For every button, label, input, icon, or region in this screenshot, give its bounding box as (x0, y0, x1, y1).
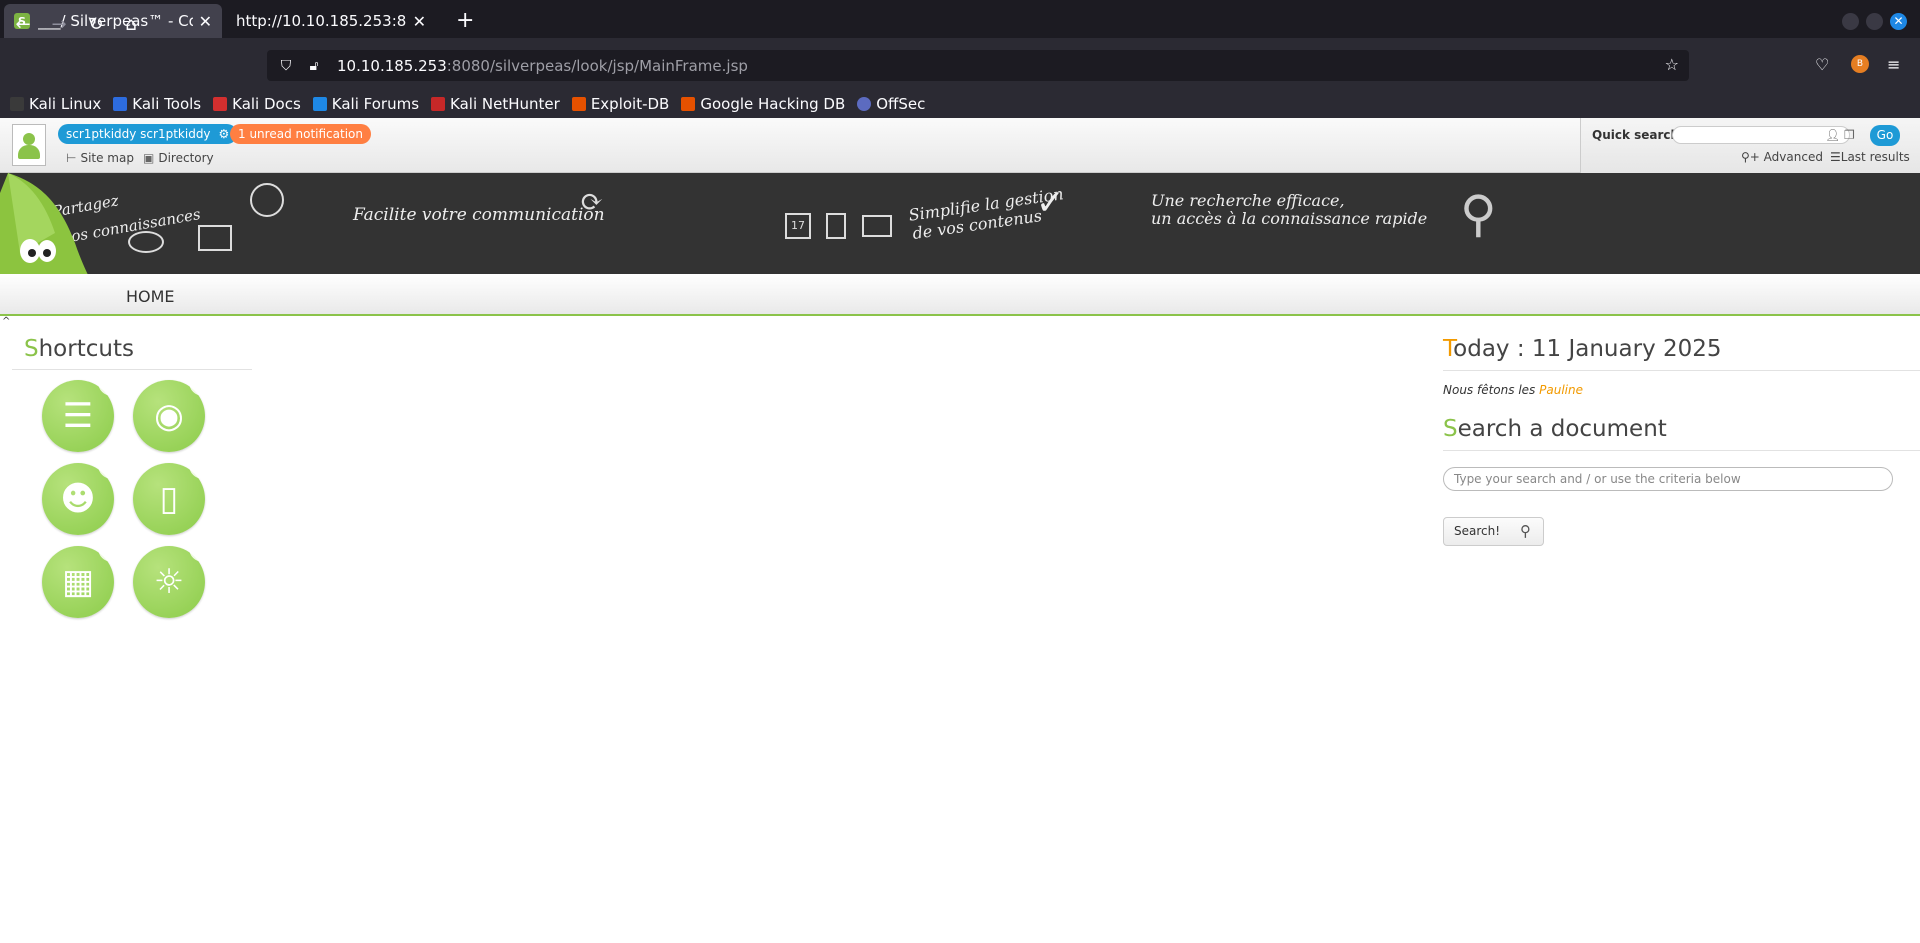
notification-badge[interactable]: 1 unread notification (230, 124, 371, 144)
advanced-search-link[interactable]: ⚲+ Advanced (1741, 150, 1823, 164)
avatar-body (18, 145, 40, 159)
site-map-link[interactable]: ⊢ Site map (66, 151, 134, 165)
close-tab-icon[interactable]: ✕ (413, 12, 426, 31)
tab-silverpeas[interactable]: S ___/ Silverpeas™ - Collabo ✕ (4, 4, 222, 38)
banner-text-search-2: un accès à la connaissance rapide (1151, 209, 1428, 228)
home-icon[interactable]: ⌂ (119, 14, 143, 35)
quick-search-input[interactable] (1672, 126, 1850, 144)
name-day-link[interactable]: Pauline (1539, 383, 1583, 397)
shortcut-tasks[interactable]: ▯ (133, 463, 205, 535)
people-arrows-icon: ⟳ (580, 185, 604, 218)
user-name: scr1ptkiddy scr1ptkiddy (66, 127, 211, 141)
checkmark-icon: ✓ (1036, 183, 1065, 223)
kali-icon (10, 97, 24, 111)
lightbulb-icon (250, 183, 284, 217)
shortcut-media[interactable]: ◉ (133, 380, 205, 452)
bookmarks-bar: Kali Linux Kali Tools Kali Docs Kali For… (0, 90, 1920, 118)
avatar-head (23, 133, 35, 145)
ghdb-icon (681, 97, 696, 111)
picture-icon (862, 215, 892, 237)
bookmark-kali-forums[interactable]: Kali Forums (312, 95, 419, 113)
today-title: Today : 11 January 2025 (1443, 336, 1722, 362)
user-menu-button[interactable]: scr1ptkiddy scr1ptkiddy ⚙ (58, 124, 238, 144)
calendar-icon: 17 (785, 213, 811, 239)
banner: Partagez vos connaissances Facilite votr… (0, 173, 1920, 274)
shortcuts-divider (12, 369, 252, 370)
exploit-db-icon (571, 97, 586, 111)
menu-home[interactable]: HOME (126, 287, 175, 306)
list-icon: ☰ (1830, 150, 1841, 164)
main-menu-bar (0, 274, 1920, 316)
nethunter-icon (431, 97, 446, 111)
kali-tools-icon (113, 97, 128, 111)
bookmark-kali-nethunter[interactable]: Kali NetHunter (431, 95, 560, 113)
close-window-icon[interactable]: ✕ (1890, 13, 1907, 30)
speech-bubble-icon (128, 231, 164, 253)
search-divider (1443, 450, 1920, 451)
reload-icon[interactable]: ↻ (84, 14, 108, 35)
today-divider (1443, 370, 1920, 371)
maximize-icon[interactable] (1866, 13, 1883, 30)
shortcut-calendar[interactable]: ▦ (42, 546, 114, 618)
avatar[interactable] (12, 124, 46, 166)
back-icon[interactable]: ← (11, 14, 35, 35)
name-day-text: Nous fêtons les Pauline (1443, 383, 1583, 397)
minimize-icon[interactable] (1842, 13, 1859, 30)
bookmark-offsec[interactable]: OffSec (857, 95, 925, 113)
lock-icon: 🔓︎ (309, 57, 319, 74)
search-plus-icon: ⚲+ (1741, 150, 1760, 164)
sitemap-icon: ⊢ (66, 151, 77, 165)
directory-icon: ▣ (143, 151, 155, 165)
bookmark-exploit-db[interactable]: Exploit-DB (571, 95, 669, 113)
menu-icon[interactable]: ≡ (1887, 55, 1900, 74)
offsec-icon (857, 97, 872, 111)
search-plus-icon: ⚲ (1520, 522, 1531, 540)
last-results-link[interactable]: ☰Last results (1830, 150, 1910, 164)
scribble-image-icon (198, 225, 232, 251)
search-document-title: Search a document (1443, 416, 1667, 442)
tab-url[interactable]: http://10.10.185.253:8080/sil ✕ (226, 4, 436, 38)
banner-text-search: Une recherche efficace, (1151, 191, 1345, 210)
magnifier-list-icon: ⚲ (1460, 185, 1497, 243)
content-search-icon[interactable]: ❐ (1844, 128, 1855, 142)
directory-link[interactable]: ▣ Directory (143, 151, 214, 165)
banner-text-communication: Facilite votre communication (353, 205, 605, 225)
url-bar[interactable]: ⛉ 🔓︎ 10.10.185.253:8080/silverpeas/look/… (267, 50, 1689, 81)
quick-search-label: Quick search (1592, 128, 1680, 142)
bookmark-star-icon[interactable]: ☆ (1665, 55, 1679, 74)
shortcut-ideas[interactable]: ☼ (133, 546, 205, 618)
bookmark-kali-linux[interactable]: Kali Linux (10, 95, 101, 113)
search-button[interactable]: Search! ⚲ (1443, 517, 1544, 546)
document-icon (826, 213, 846, 239)
shortcut-library[interactable]: ☰ (42, 380, 114, 452)
gear-icon: ⚙ (218, 127, 230, 141)
url-host: 10.10.185.253 (337, 56, 447, 75)
bookmark-kali-tools[interactable]: Kali Tools (113, 95, 201, 113)
new-tab-icon[interactable]: + (456, 8, 474, 33)
kali-forums-icon (312, 97, 327, 111)
url-path: :8080/silverpeas/look/jsp/MainFrame.jsp (446, 56, 748, 75)
go-button[interactable]: Go (1870, 125, 1900, 146)
bookmark-google-hacking-db[interactable]: Google Hacking DB (681, 95, 845, 113)
collapse-caret-icon[interactable]: ^ (2, 316, 10, 327)
kali-docs-icon (213, 97, 228, 111)
close-tab-icon[interactable]: ✕ (199, 12, 212, 31)
pocket-icon[interactable]: ♡ (1815, 55, 1829, 74)
shortcuts-title: Shortcuts (24, 336, 134, 362)
tab-title: http://10.10.185.253:8080/sil (236, 12, 407, 30)
burp-extension-icon[interactable]: B (1851, 55, 1869, 73)
bookmark-kali-docs[interactable]: Kali Docs (213, 95, 301, 113)
shield-icon: ⛉ (280, 57, 292, 74)
document-search-input[interactable]: Type your search and / or use the criter… (1443, 467, 1893, 491)
user-search-icon[interactable]: 👤︎ (1825, 128, 1840, 142)
forward-icon[interactable]: → (47, 14, 71, 35)
shortcut-community[interactable]: ☻ (42, 463, 114, 535)
